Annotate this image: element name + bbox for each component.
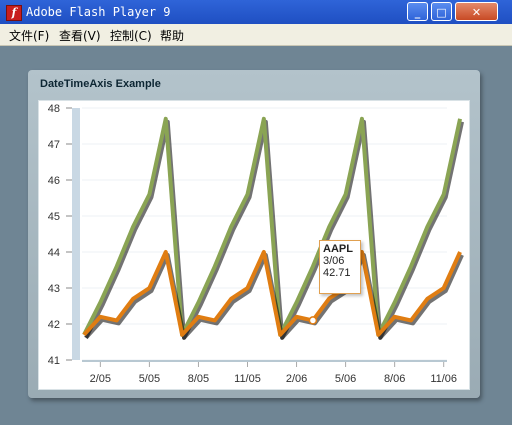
x-tick-label: 2/05 <box>90 373 111 385</box>
x-tick-label: 11/05 <box>234 373 261 385</box>
tip-series: AAPL <box>323 243 353 255</box>
x-tick-label: 8/06 <box>384 373 405 385</box>
y-axis-band <box>72 108 80 360</box>
y-tick-label: 47 <box>48 139 60 151</box>
highlighted-point <box>308 316 318 325</box>
data-tip: AAPL 3/06 42.71 <box>319 240 361 294</box>
y-tick-label: 41 <box>48 355 60 367</box>
y-tick-label: 48 <box>48 103 60 115</box>
x-tick-label: 2/06 <box>286 373 307 385</box>
x-tick-label: 5/06 <box>335 373 356 385</box>
y-tick-label: 43 <box>48 283 60 295</box>
y-tick-label: 45 <box>48 211 60 223</box>
y-tick-label: 42 <box>48 319 60 331</box>
line-chart: 41 42 43 44 45 46 47 48 2/05 5/05 8/05 11/05 2/06 5/0… <box>48 103 465 385</box>
x-tick-label: 11/06 <box>430 373 457 385</box>
x-tick-label: 5/05 <box>139 373 160 385</box>
y-tick-label: 46 <box>48 175 60 187</box>
tip-value: 42.71 <box>323 267 351 279</box>
y-tick-label: 44 <box>48 247 60 259</box>
tip-date: 3/06 <box>323 255 345 267</box>
x-tick-label: 8/05 <box>188 373 209 385</box>
